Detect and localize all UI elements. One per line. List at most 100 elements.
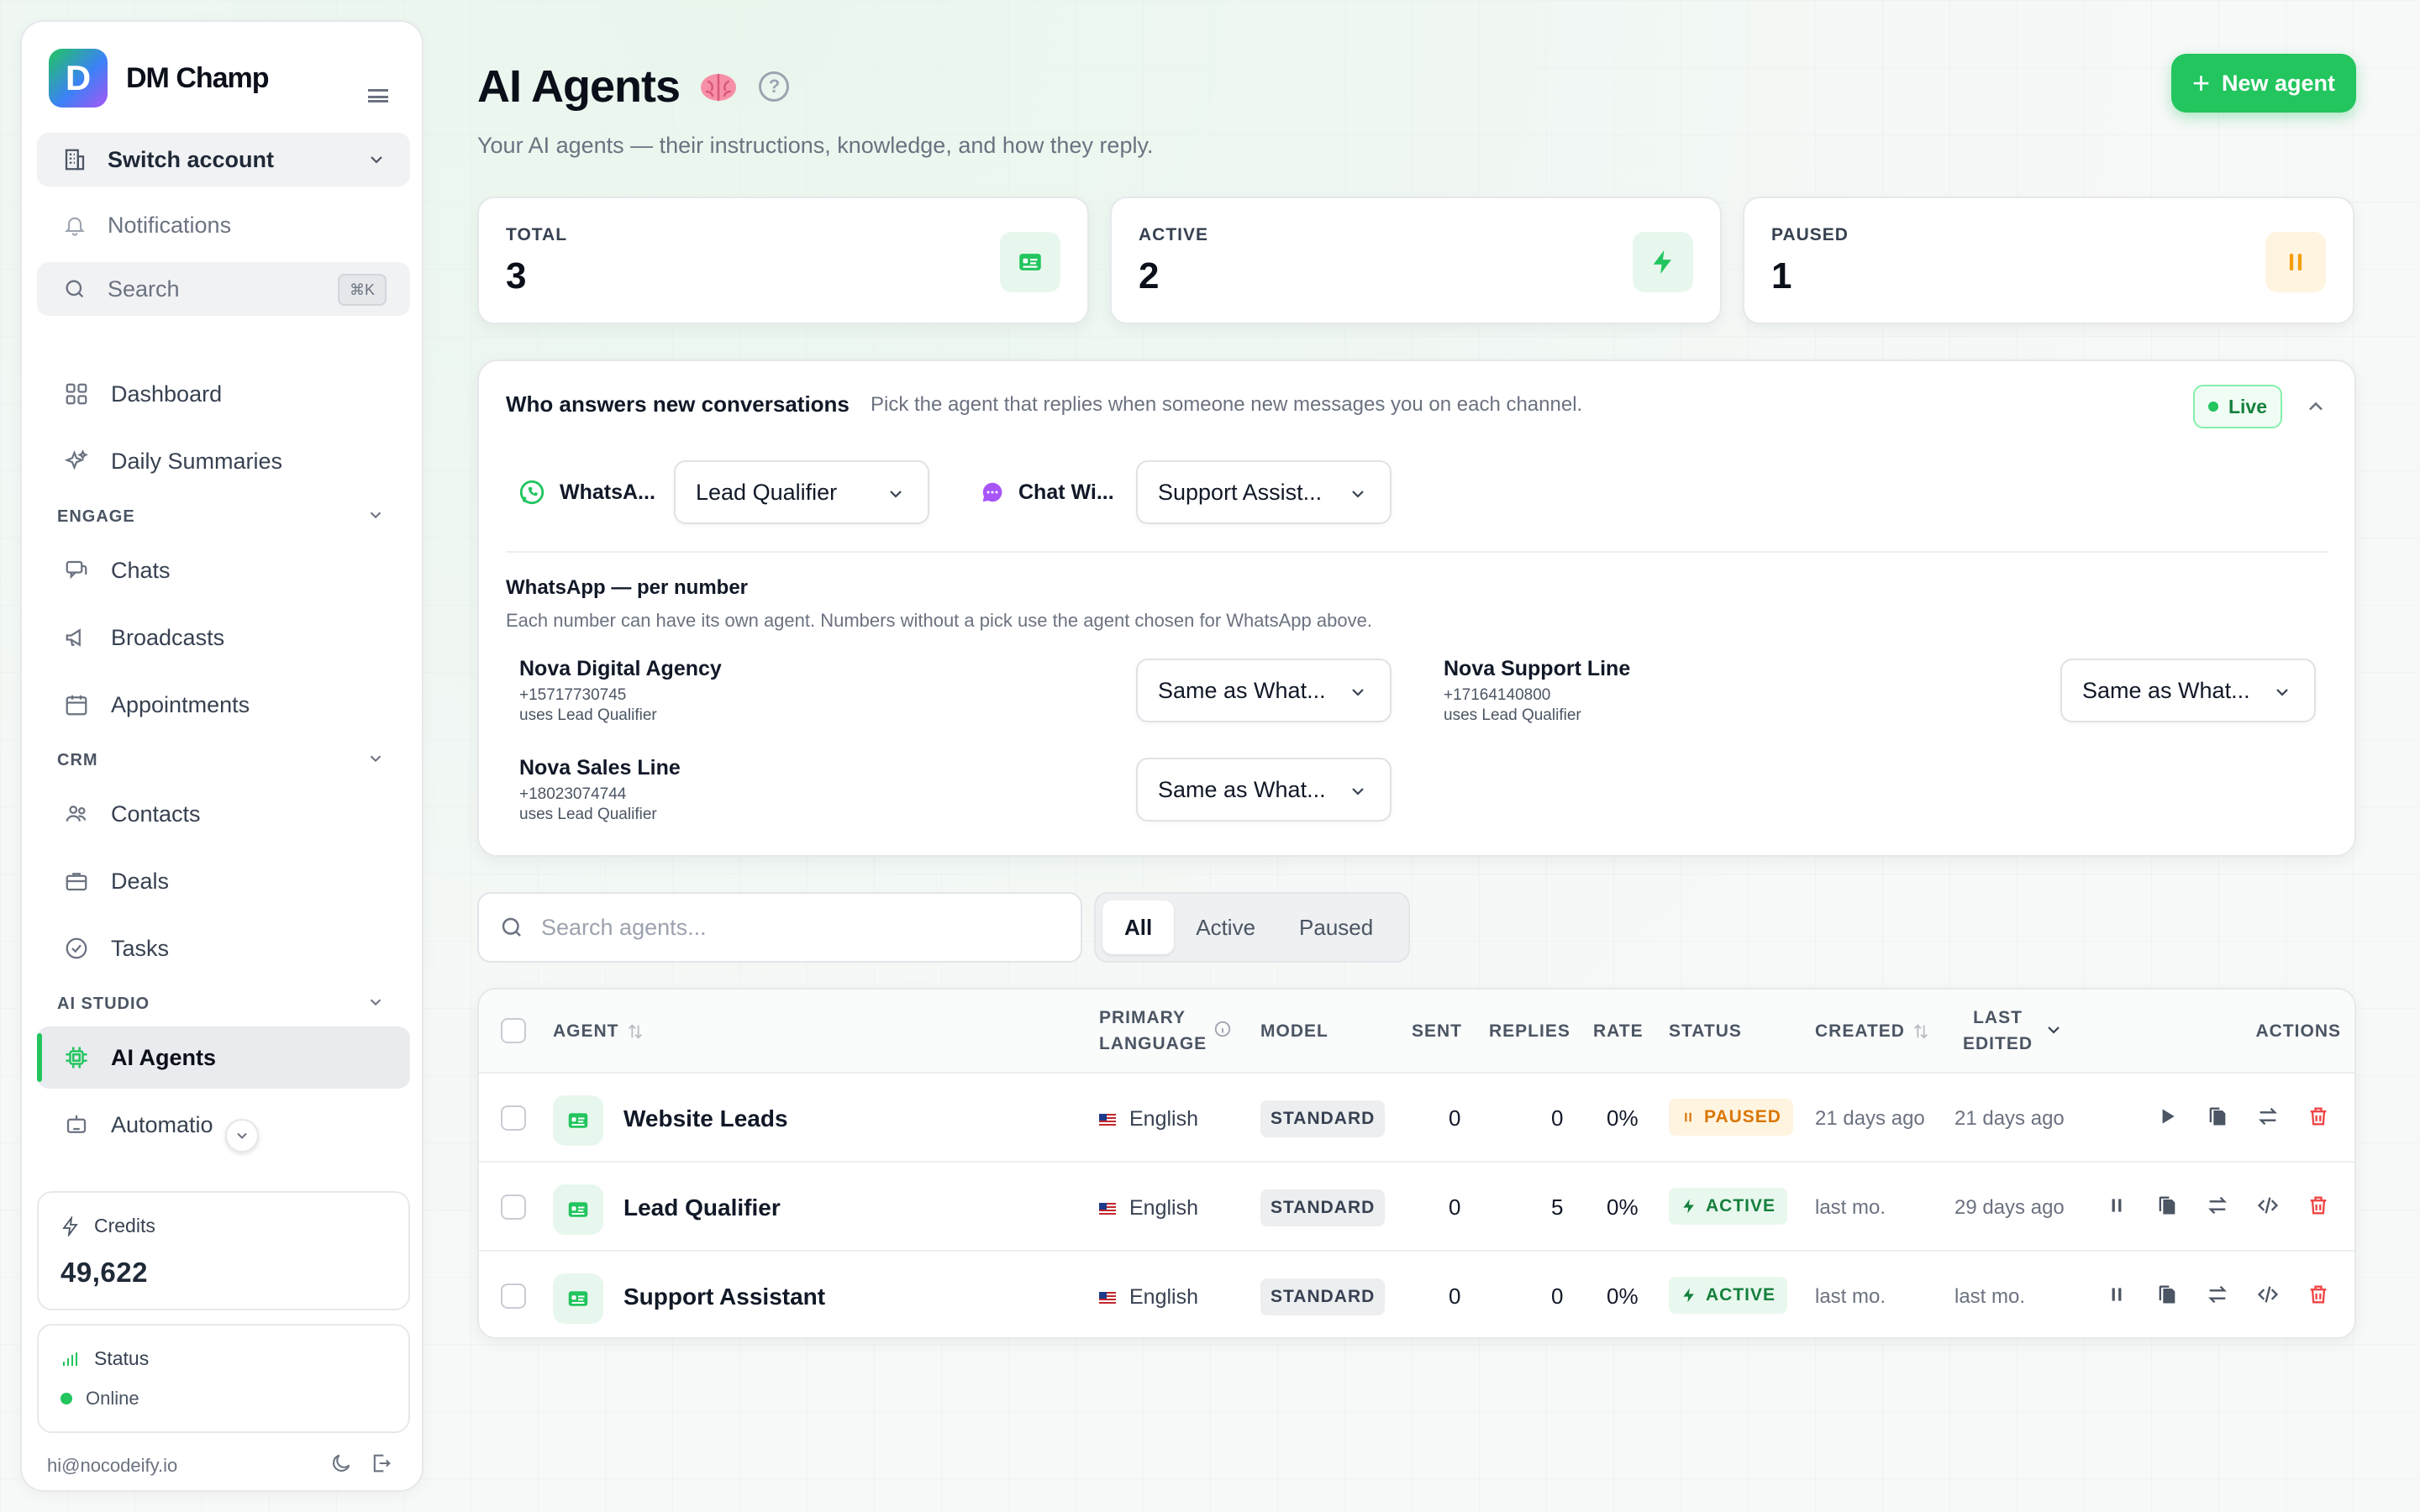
table-row[interactable]: Lead Qualifier English STANDARD 0 5 0% A… <box>479 1163 2354 1252</box>
bolt-icon <box>62 1215 78 1236</box>
model-badge: STANDARD <box>1260 1189 1386 1226</box>
duplicate-icon[interactable] <box>2153 1191 2181 1220</box>
number-name: Nova Sales Line <box>519 756 681 780</box>
filter-active[interactable]: Active <box>1174 900 1277 954</box>
sort-desc-icon[interactable] <box>2044 1020 2064 1044</box>
delete-icon[interactable] <box>2304 1191 2333 1220</box>
section-ai-studio[interactable]: AI STUDIO <box>57 995 150 1014</box>
whatsapp-icon <box>519 480 544 505</box>
sent-count: 0 <box>1449 1105 1461 1131</box>
whatsapp-agent-select[interactable]: Lead Qualifier <box>674 460 929 524</box>
agent-name[interactable]: Support Assistant <box>623 1284 825 1310</box>
sort-icon <box>1913 1023 1928 1039</box>
sidebar-item-appointments[interactable]: Appointments <box>37 674 410 736</box>
chevron-up-icon[interactable] <box>2304 395 2328 423</box>
menu-icon[interactable] <box>368 89 388 102</box>
brand-name: DM Champ <box>126 61 270 94</box>
table-row[interactable]: Website Leads English STANDARD 0 0 0% PA… <box>479 1074 2354 1163</box>
number-item: Nova Support Line +17164140800 uses Lead… <box>1444 657 1630 725</box>
select-value: Support Assist... <box>1158 479 1323 505</box>
sidebar-item-deals[interactable]: Deals <box>37 850 410 912</box>
table-row[interactable]: Support Assistant English STANDARD 0 0 0… <box>479 1252 2354 1337</box>
bell-icon <box>60 211 89 239</box>
help-icon[interactable]: ? <box>759 71 790 102</box>
number-uses: uses Lead Qualifier <box>1444 706 1581 724</box>
chat-widget-agent-select[interactable]: Support Assist... <box>1136 460 1392 524</box>
pause-icon[interactable] <box>2102 1191 2131 1220</box>
column-label: LAST <box>1973 1008 2023 1027</box>
agent-name[interactable]: Website Leads <box>623 1105 788 1132</box>
code-icon[interactable] <box>2254 1191 2282 1220</box>
pause-icon[interactable] <box>2102 1280 2131 1309</box>
stat-value: 3 <box>506 255 527 297</box>
search-label: Search <box>108 276 180 302</box>
number-agent-select[interactable]: Same as What... <box>2060 659 2316 722</box>
building-icon <box>60 145 89 174</box>
scroll-down-button[interactable] <box>225 1119 259 1152</box>
duplicate-icon[interactable] <box>2203 1102 2232 1131</box>
number-agent-select[interactable]: Same as What... <box>1136 758 1392 822</box>
transfer-icon[interactable] <box>2203 1280 2232 1309</box>
app-root: D DM Champ Switch account Notifications … <box>0 0 2420 1512</box>
agent-search[interactable] <box>477 892 1082 963</box>
section-engage[interactable]: ENGAGE <box>57 507 135 527</box>
filter-all[interactable]: All <box>1102 900 1175 954</box>
row-checkbox[interactable] <box>501 1284 526 1309</box>
logout-icon[interactable] <box>370 1452 393 1479</box>
filter-paused[interactable]: Paused <box>1277 900 1395 954</box>
agent-name[interactable]: Lead Qualifier <box>623 1194 781 1221</box>
number-agent-select[interactable]: Same as What... <box>1136 659 1392 722</box>
delete-icon[interactable] <box>2304 1280 2333 1309</box>
bolt-icon <box>1633 232 1693 292</box>
sidebar-search[interactable]: Search ⌘K <box>37 262 410 316</box>
row-checkbox[interactable] <box>501 1194 526 1220</box>
sidebar-item-contacts[interactable]: Contacts <box>37 783 410 845</box>
sidebar-item-label: Broadcasts <box>111 624 225 650</box>
notifications-link[interactable]: Notifications <box>37 202 410 249</box>
new-agent-button[interactable]: + New agent <box>2171 54 2356 113</box>
sidebar-item-dashboard[interactable]: Dashboard <box>37 363 410 425</box>
sidebar-item-ai-agents[interactable]: AI Agents <box>37 1026 410 1089</box>
routing-panel: Who answers new conversations Pick the a… <box>477 360 2356 857</box>
replies-count: 0 <box>1551 1284 1564 1309</box>
sidebar-item-tasks[interactable]: Tasks <box>37 917 410 979</box>
search-input[interactable] <box>541 914 1045 941</box>
sidebar-item-automations[interactable]: Automatio <box>37 1094 410 1156</box>
live-dot <box>2207 402 2218 412</box>
stat-total: TOTAL 3 <box>477 197 1089 324</box>
sidebar-item-label: Daily Summaries <box>111 448 283 474</box>
column-last-edited[interactable]: LAST EDITED <box>1963 1005 2033 1057</box>
transfer-icon[interactable] <box>2203 1191 2232 1220</box>
row-checkbox[interactable] <box>501 1105 526 1131</box>
brand[interactable]: D DM Champ <box>49 49 270 108</box>
created-date: 21 days ago <box>1815 1107 1925 1130</box>
agent-icon <box>553 1273 603 1324</box>
delete-icon[interactable] <box>2304 1102 2333 1131</box>
chat-icon <box>62 556 91 585</box>
switch-account-button[interactable]: Switch account <box>37 133 410 186</box>
reply-rate: 0% <box>1607 1284 1639 1309</box>
channel-chat-widget: Chat Wi... <box>980 460 1131 524</box>
chevron-down-icon[interactable] <box>366 993 385 1016</box>
play-icon[interactable] <box>2153 1102 2181 1131</box>
column-replies: REPLIES <box>1489 1021 1570 1041</box>
chevron-down-icon <box>1348 484 1368 510</box>
chevron-down-icon[interactable] <box>366 749 385 772</box>
moon-icon[interactable] <box>329 1452 353 1479</box>
sidebar-item-daily-summaries[interactable]: Daily Summaries <box>37 430 410 492</box>
status-label-text: Status <box>94 1347 150 1369</box>
transfer-icon[interactable] <box>2254 1102 2282 1131</box>
duplicate-icon[interactable] <box>2153 1280 2181 1309</box>
chevron-down-icon[interactable] <box>366 506 385 528</box>
select-all-checkbox[interactable] <box>501 1018 526 1043</box>
column-created[interactable]: CREATED <box>1815 1018 1930 1044</box>
sidebar-item-broadcasts[interactable]: Broadcasts <box>37 606 410 669</box>
column-agent[interactable]: AGENT <box>553 1018 644 1044</box>
section-crm[interactable]: CRM <box>57 751 98 770</box>
info-icon[interactable] <box>1213 1020 1232 1042</box>
us-flag-icon <box>1099 1113 1116 1126</box>
agent-icon <box>553 1184 603 1235</box>
sidebar-item-chats[interactable]: Chats <box>37 539 410 601</box>
code-icon[interactable] <box>2254 1280 2282 1309</box>
stat-paused: PAUSED 1 <box>1743 197 2354 324</box>
